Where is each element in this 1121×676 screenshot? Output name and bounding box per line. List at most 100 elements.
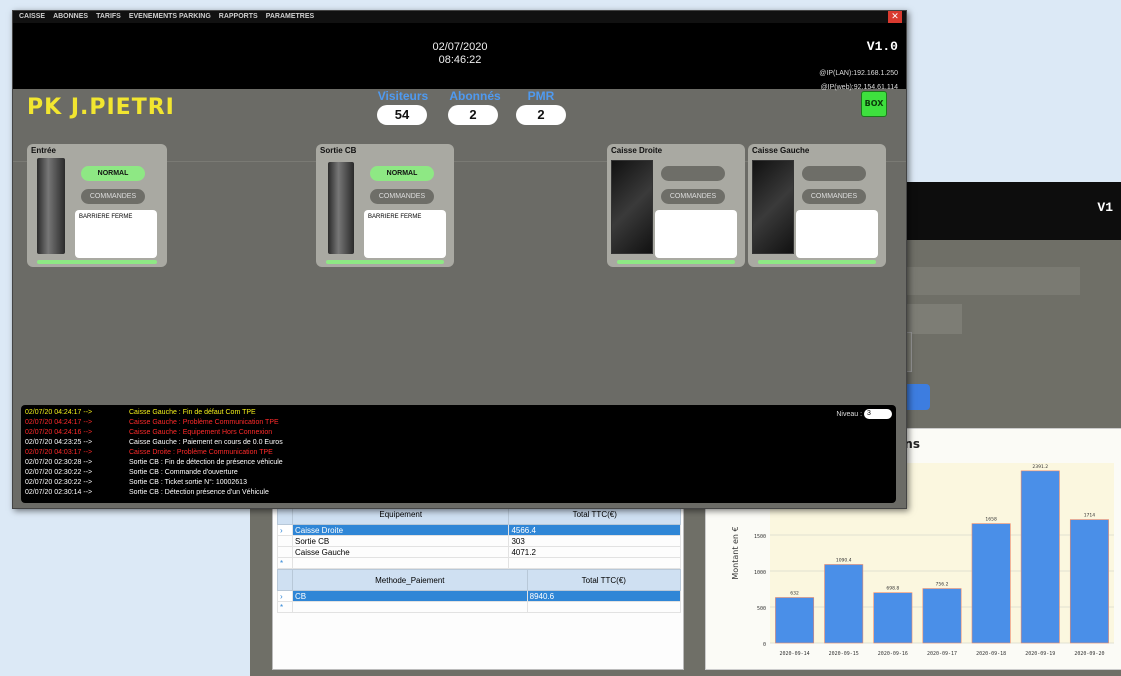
cell-equipement: Caisse Droite bbox=[291, 524, 510, 536]
log-time: 02/07/20 04:23:25 --> bbox=[25, 439, 93, 446]
visitors-label: Visiteurs bbox=[377, 89, 429, 103]
status-bar bbox=[758, 260, 876, 264]
col-total[interactable]: Total TTC(€) bbox=[526, 569, 682, 591]
status-button[interactable] bbox=[661, 166, 725, 181]
log-time: 02/07/20 04:24:17 --> bbox=[25, 409, 93, 416]
pmr-count: 2 bbox=[516, 105, 566, 125]
log-entry: 02/07/20 02:30:22 --> Sortie CB : Command… bbox=[25, 469, 238, 476]
menu-tarifs[interactable]: TARIFS bbox=[96, 11, 121, 23]
x-tick-label: 2020-09-18 bbox=[976, 651, 1006, 657]
header: 02/07/2020 08:46:22 V1.0 @IP(LAN):192.16… bbox=[13, 23, 906, 91]
data-label: 1090.4 bbox=[836, 557, 852, 563]
log-time: 02/07/20 02:30:22 --> bbox=[25, 479, 93, 486]
table-row[interactable]: Sortie CB 303 bbox=[277, 535, 681, 547]
row-pointer-icon: › bbox=[277, 524, 293, 536]
row-pointer-icon: › bbox=[277, 590, 293, 602]
log-entry: 02/07/20 04:23:25 --> Caisse Gauche : Pai… bbox=[25, 439, 283, 446]
cell-total: 303 bbox=[508, 535, 681, 547]
col-methode[interactable]: Methode_Paiement bbox=[292, 569, 528, 591]
level-label: Niveau : bbox=[836, 410, 863, 418]
log-time: 02/07/20 04:03:17 --> bbox=[25, 449, 93, 456]
pay-station-icon bbox=[611, 160, 653, 254]
status-button[interactable] bbox=[802, 166, 866, 181]
status-box bbox=[796, 210, 878, 258]
commands-button[interactable]: COMMANDES bbox=[370, 189, 434, 204]
y-axis-title: Montant en € bbox=[731, 526, 740, 579]
menu-parametres[interactable]: PARAMETRES bbox=[266, 11, 314, 23]
totals-panel: Equipement Total TTC(€) › Caisse Droite … bbox=[272, 500, 684, 670]
y-tick-label: 1000 bbox=[754, 570, 766, 576]
subscribers-count: 2 bbox=[448, 105, 498, 125]
log-message: Sortie CB : Commande d'ouverture bbox=[129, 469, 238, 476]
subscribers-label: Abonnés bbox=[449, 89, 501, 103]
log-time: 02/07/20 02:30:22 --> bbox=[25, 469, 93, 476]
new-row-marker-icon: * bbox=[277, 601, 293, 613]
commands-button[interactable]: COMMANDES bbox=[81, 189, 145, 204]
x-tick-label: 2020-09-19 bbox=[1025, 651, 1055, 657]
payment-table: Methode_Paiement Total TTC(€) › CB 8940.… bbox=[277, 569, 682, 613]
bar bbox=[824, 564, 864, 644]
data-label: 2391.2 bbox=[1032, 464, 1048, 470]
data-label: 1658 bbox=[985, 517, 997, 523]
new-row[interactable]: * bbox=[277, 557, 681, 569]
log-entry: 02/07/20 02:30:22 --> Sortie CB : Ticket … bbox=[25, 479, 247, 486]
table-row[interactable]: › Caisse Droite 4566.4 bbox=[277, 524, 681, 536]
log-message: Caisse Gauche : Fin de défaut Com TPE bbox=[129, 409, 256, 416]
x-tick-label: 2020-09-14 bbox=[780, 651, 810, 657]
log-message: Sortie CB : Détection présence d'un Véhi… bbox=[129, 489, 269, 496]
menu-rapports[interactable]: RAPPORTS bbox=[219, 11, 258, 23]
log-entry: 02/07/20 04:24:16 --> Caisse Gauche : Equ… bbox=[25, 429, 272, 436]
y-tick-label: 0 bbox=[763, 642, 766, 648]
log-message: Caisse Droite : Problème Communication T… bbox=[129, 449, 273, 456]
row-marker bbox=[277, 546, 293, 558]
status-button[interactable]: NORMAL bbox=[370, 166, 434, 181]
menu-caisse[interactable]: CAISSE bbox=[19, 11, 45, 23]
card-title: Sortie CB bbox=[320, 146, 357, 155]
log-entry: 02/07/20 02:30:14 --> Sortie CB : Détecti… bbox=[25, 489, 269, 496]
site-name: PK J.PIETRI bbox=[27, 95, 175, 120]
event-log[interactable]: Niveau : 3 02/07/20 04:24:17 --> Caisse G… bbox=[21, 405, 896, 503]
log-entry: 02/07/20 04:03:17 --> Caisse Droite : Pro… bbox=[25, 449, 273, 456]
card-caisse-gauche: Caisse Gauche COMMANDES bbox=[748, 144, 886, 267]
exit-terminal-icon bbox=[328, 162, 354, 254]
menu-abonnes[interactable]: ABONNES bbox=[53, 11, 88, 23]
commands-button[interactable]: COMMANDES bbox=[661, 189, 725, 204]
level-select[interactable]: 3 bbox=[864, 409, 892, 419]
status-box bbox=[655, 210, 737, 258]
menu-bar: CAISSE ABONNES TARIFS EVENEMENTS PARKING… bbox=[13, 11, 906, 23]
ip-lan: @IP(LAN):192.168.1.250 bbox=[819, 70, 898, 77]
x-tick-label: 2020-09-15 bbox=[829, 651, 859, 657]
level-control: Niveau : 3 bbox=[836, 409, 892, 419]
new-row[interactable]: * bbox=[277, 601, 682, 613]
close-icon[interactable]: ✕ bbox=[888, 11, 902, 23]
card-entree: Entrée NORMAL COMMANDES BARRIERE FERME bbox=[27, 144, 167, 267]
log-message: Sortie CB : Ticket sortie N°: 10002613 bbox=[129, 479, 247, 486]
ip-web: @IP(web):92.154.61.114 bbox=[820, 84, 898, 91]
status-button[interactable]: NORMAL bbox=[81, 166, 145, 181]
card-title: Entrée bbox=[31, 146, 56, 155]
bar bbox=[971, 523, 1011, 644]
cell-methode: CB bbox=[292, 590, 528, 602]
version-label: V1.0 bbox=[866, 39, 898, 54]
log-time: 02/07/20 02:30:14 --> bbox=[25, 489, 93, 496]
cell-total: 4566.4 bbox=[508, 524, 681, 536]
box-logo-icon[interactable]: BOX bbox=[861, 91, 887, 117]
entry-terminal-icon bbox=[37, 158, 65, 254]
version-label: V1 bbox=[1097, 200, 1113, 215]
x-tick-label: 2020-09-20 bbox=[1074, 651, 1104, 657]
card-title: Caisse Droite bbox=[611, 146, 663, 155]
table-row[interactable]: › CB 8940.6 bbox=[277, 590, 682, 602]
commands-button[interactable]: COMMANDES bbox=[802, 189, 866, 204]
log-entry: 02/07/20 02:30:28 --> Sortie CB : Fin de … bbox=[25, 459, 283, 466]
cell-equipement: Caisse Gauche bbox=[291, 546, 510, 558]
menu-evenements[interactable]: EVENEMENTS PARKING bbox=[129, 11, 211, 23]
log-entry: 02/07/20 04:24:17 --> Caisse Gauche : Fin… bbox=[25, 409, 256, 416]
log-message: Caisse Gauche : Equipement Hors Connexio… bbox=[129, 429, 273, 436]
table-row[interactable]: Caisse Gauche 4071.2 bbox=[277, 546, 681, 558]
new-row-marker-icon: * bbox=[277, 557, 293, 569]
row-marker bbox=[277, 535, 293, 547]
status-bar bbox=[326, 260, 444, 264]
y-tick-label: 500 bbox=[757, 606, 766, 612]
bar bbox=[922, 588, 962, 644]
cell-total: 4071.2 bbox=[508, 546, 681, 558]
